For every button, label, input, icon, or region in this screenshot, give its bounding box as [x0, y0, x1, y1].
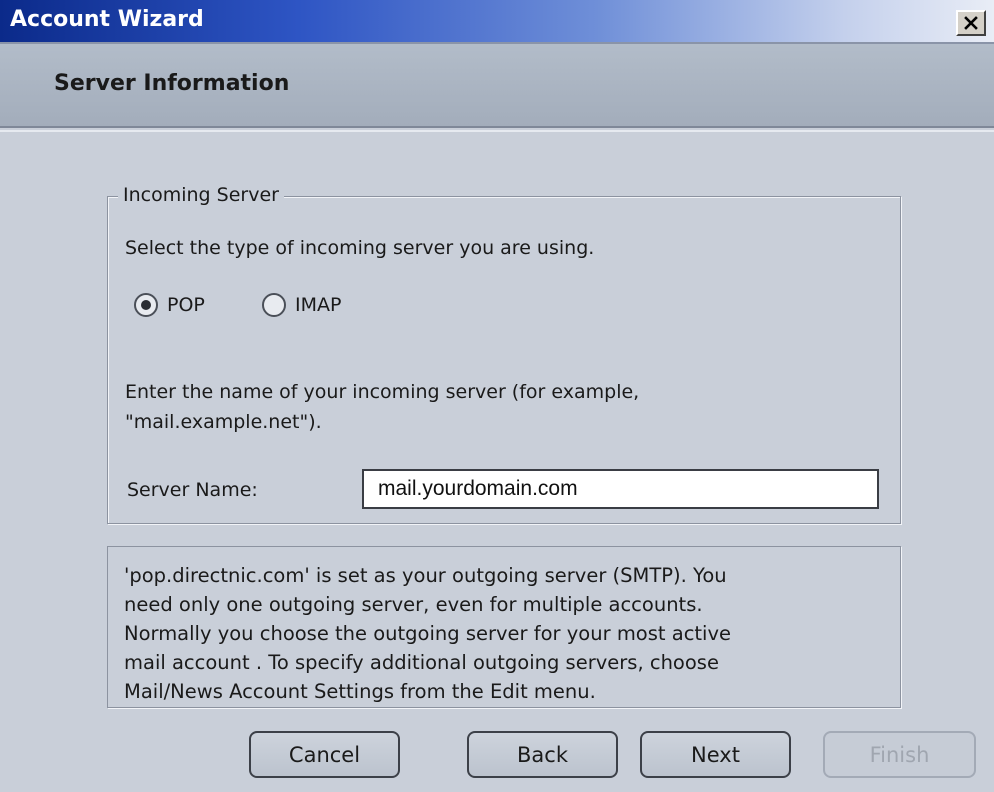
server-name-input[interactable]: mail.yourdomain.com — [362, 469, 879, 509]
radio-pop-label[interactable]: POP — [167, 294, 205, 316]
finish-button[interactable]: Finish — [823, 731, 976, 778]
outgoing-info-line: mail account . To specify additional out… — [124, 651, 719, 674]
outgoing-info-text: 'pop.directnic.com' is set as your outgo… — [124, 561, 894, 706]
outgoing-server-info: 'pop.directnic.com' is set as your outgo… — [107, 546, 901, 708]
radio-imap-label[interactable]: IMAP — [295, 294, 341, 316]
cancel-button[interactable]: Cancel — [249, 731, 400, 778]
server-name-hint-line1: Enter the name of your incoming server (… — [125, 381, 640, 403]
header-divider — [0, 130, 994, 132]
incoming-server-legend: Incoming Server — [118, 184, 284, 206]
radio-pop[interactable] — [134, 293, 158, 317]
close-button[interactable] — [956, 10, 986, 36]
outgoing-info-line: Normally you choose the outgoing server … — [124, 622, 732, 645]
wizard-header: Server Information — [0, 44, 994, 128]
server-name-label: Server Name: — [127, 479, 258, 501]
outgoing-info-line: 'pop.directnic.com' is set as your outgo… — [124, 564, 727, 587]
server-type-instruction: Select the type of incoming server you a… — [125, 237, 595, 259]
window-title: Account Wizard — [10, 7, 204, 32]
server-name-hint-line2: "mail.example.net"). — [125, 411, 322, 433]
radio-imap[interactable] — [262, 293, 286, 317]
outgoing-info-line: Mail/News Account Settings from the Edit… — [124, 680, 596, 703]
back-button[interactable]: Back — [467, 731, 618, 778]
page-title: Server Information — [54, 71, 290, 96]
title-bar: Account Wizard — [0, 0, 994, 44]
next-button[interactable]: Next — [640, 731, 791, 778]
close-icon — [964, 16, 978, 30]
outgoing-info-line: need only one outgoing server, even for … — [124, 593, 703, 616]
